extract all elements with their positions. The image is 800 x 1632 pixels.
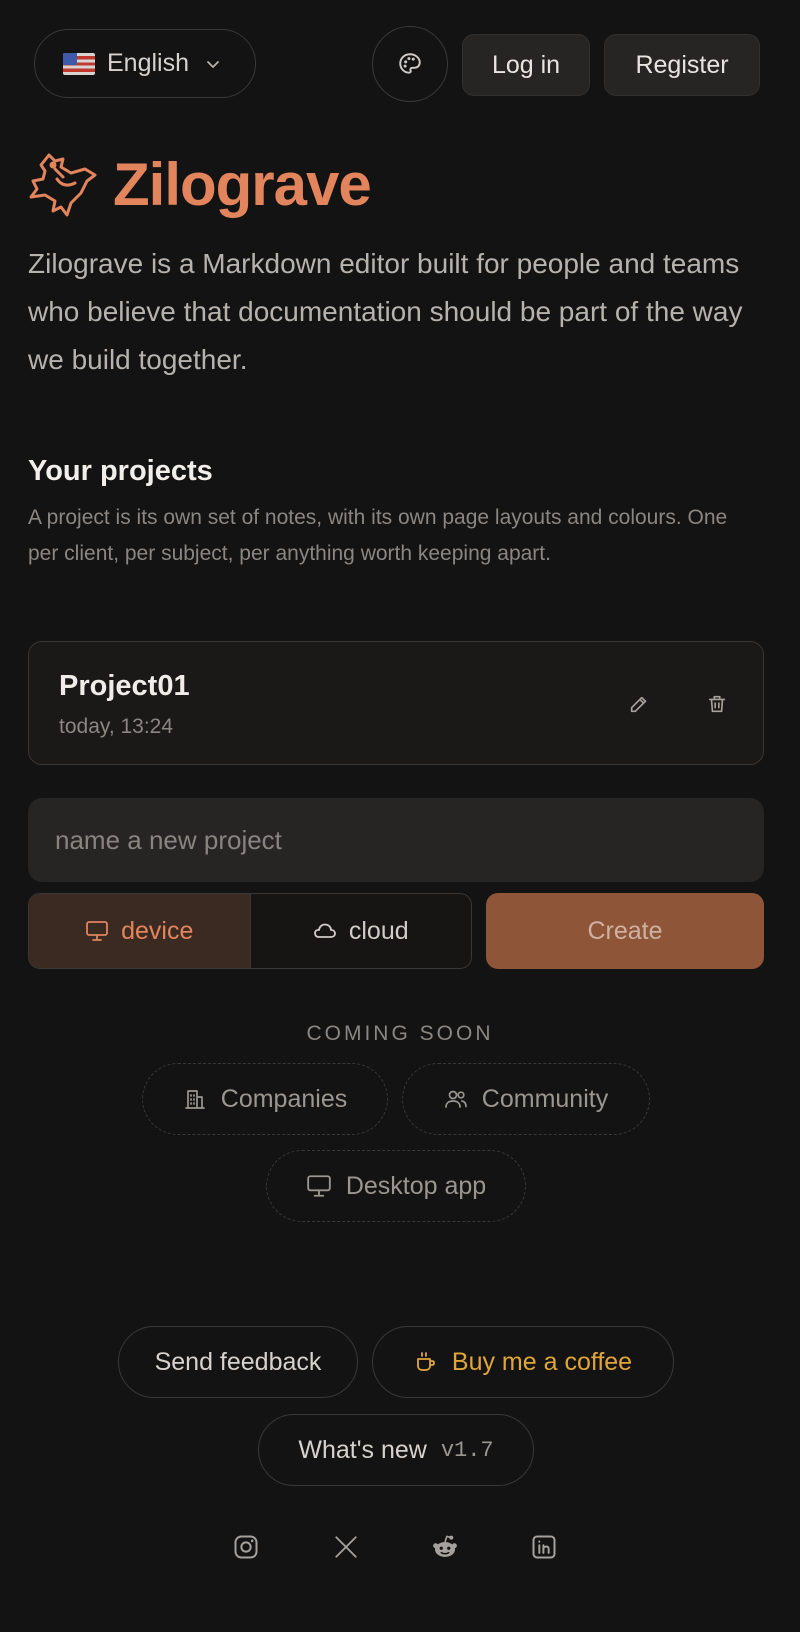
whats-new-button[interactable]: What's new v1.7 (258, 1414, 534, 1486)
trash-icon (708, 695, 726, 713)
reddit-link[interactable] (428, 1530, 462, 1564)
theme-button[interactable] (372, 26, 448, 102)
x-link[interactable] (329, 1530, 363, 1564)
register-button[interactable]: Register (604, 34, 760, 96)
tagline: Zilograve is a Markdown editor built for… (28, 248, 743, 375)
coming-soon-item-label: Community (481, 1084, 609, 1113)
coffee-icon (416, 1352, 435, 1371)
buy-coffee-label: Buy me a coffee (451, 1347, 633, 1376)
coming-soon-desktop-app: Desktop app (266, 1150, 526, 1222)
projects-description: A project is its own set of notes, with … (28, 506, 728, 565)
version-badge: v1.7 (440, 1437, 494, 1463)
instagram-link[interactable] (229, 1530, 263, 1564)
bird-logo-icon (29, 153, 97, 216)
us-flag-icon (63, 52, 95, 75)
top-bar: English Log in Register (34, 26, 760, 102)
brand: Zilograve (27, 150, 372, 219)
login-button[interactable]: Log in (462, 34, 590, 96)
brand-name: Zilograve (113, 151, 372, 218)
coming-soon-community: Community (402, 1063, 650, 1135)
coming-soon-item-label: Companies (220, 1084, 348, 1113)
monitor-icon (86, 921, 109, 941)
project-name: Project01 (59, 670, 190, 702)
project-card[interactable]: Project01 today, 13:24 (28, 641, 764, 765)
building-icon (184, 1090, 205, 1109)
cloud-icon (313, 923, 336, 938)
coming-soon-item-label: Desktop app (345, 1171, 487, 1200)
language-label: English (107, 49, 189, 77)
projects-title: Your projects (28, 455, 213, 487)
edit-project-button[interactable] (619, 684, 659, 724)
reddit-icon (433, 1535, 457, 1557)
delete-project-button[interactable] (697, 684, 737, 724)
buy-coffee-button[interactable]: Buy me a coffee (372, 1326, 674, 1398)
storage-option-label: cloud (348, 916, 409, 945)
palette-icon (399, 53, 421, 74)
x-icon (335, 1536, 357, 1558)
coming-soon-label: COMING SOON (306, 1022, 494, 1045)
storage-option-device[interactable]: device (29, 894, 250, 968)
storage-option-cloud[interactable]: cloud (249, 894, 471, 968)
linkedin-icon (532, 1535, 556, 1559)
whats-new-label: What's new (298, 1435, 427, 1464)
new-project-input[interactable] (28, 798, 764, 882)
create-button[interactable]: Create (486, 893, 764, 969)
instagram-icon (234, 1535, 258, 1559)
send-feedback-button[interactable]: Send feedback (118, 1326, 358, 1398)
coming-soon-companies: Companies (142, 1063, 388, 1135)
storage-toggle: device cloud (28, 893, 472, 969)
chevron-down-icon (207, 60, 219, 68)
language-selector[interactable]: English (34, 29, 256, 98)
monitor-icon (307, 1175, 331, 1197)
project-date: today, 13:24 (59, 715, 174, 738)
storage-option-label: device (121, 916, 194, 945)
users-icon (444, 1090, 467, 1108)
linkedin-link[interactable] (527, 1530, 561, 1564)
send-feedback-label: Send feedback (154, 1347, 322, 1376)
pencil-icon (630, 696, 647, 713)
